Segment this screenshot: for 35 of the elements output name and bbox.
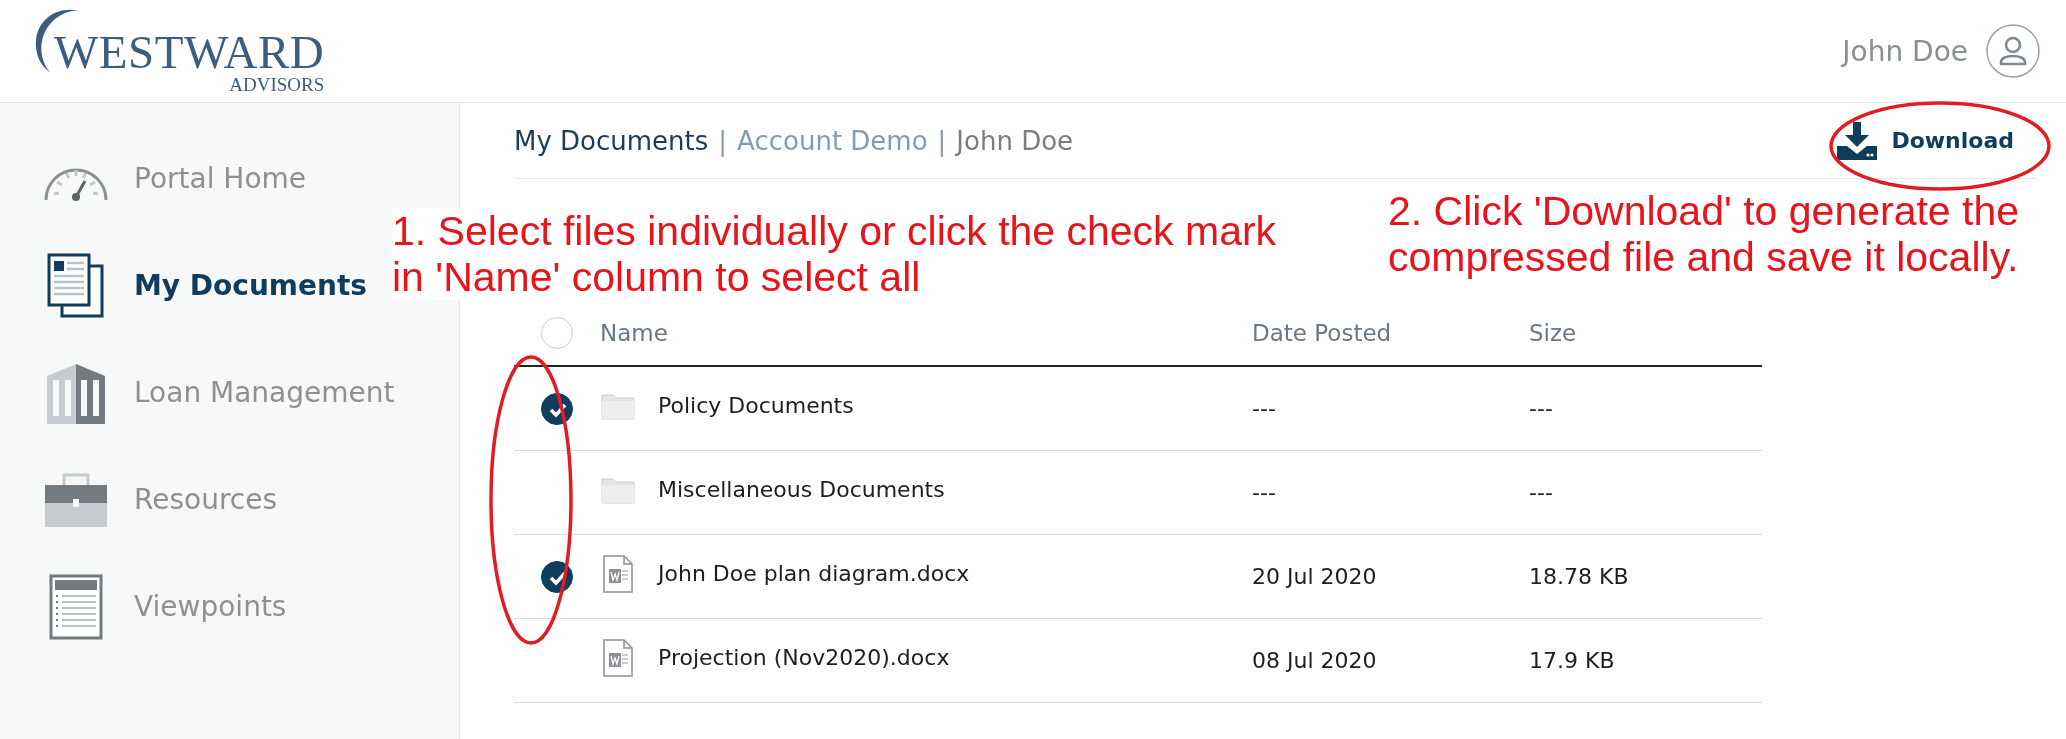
sidebar-item[interactable]: Portal Home — [40, 125, 307, 232]
folder-icon — [600, 391, 636, 420]
file-name[interactable]: Projection (Nov2020).docx — [658, 645, 950, 670]
size-cell: --- — [1529, 396, 1553, 421]
sidebar-item[interactable]: My Documents — [40, 232, 368, 339]
size-cell: 17.9 KB — [1529, 648, 1615, 673]
word-document-icon — [600, 554, 636, 593]
size-cell: 18.78 KB — [1529, 564, 1629, 589]
user-avatar-icon[interactable] — [1986, 24, 2040, 78]
breadcrumb-separator: | — [937, 125, 947, 156]
sidebar-item[interactable]: Viewpoints — [40, 553, 287, 660]
file-name[interactable]: Policy Documents — [658, 393, 854, 418]
column-header[interactable]: Size — [1529, 320, 1762, 346]
download-button[interactable]: Download — [1825, 117, 2026, 164]
size-cell: --- — [1529, 480, 1553, 505]
column-header[interactable]: Date Posted — [1252, 320, 1529, 346]
user-name[interactable]: John Doe — [1842, 34, 1968, 68]
breadcrumb-separator: | — [718, 125, 728, 156]
breadcrumb-item[interactable]: Account Demo — [737, 125, 928, 156]
company-logo: WESTWARD ADVISORS — [30, 8, 325, 94]
date-cell: --- — [1252, 480, 1276, 505]
folder-icon — [600, 475, 636, 504]
breadcrumb-item: My Documents — [514, 125, 709, 156]
file-name[interactable]: John Doe plan diagram.docx — [658, 561, 970, 586]
date-cell: --- — [1252, 396, 1276, 421]
breadcrumb-item: John Doe — [956, 125, 1074, 156]
word-document-icon — [600, 638, 636, 677]
file-name[interactable]: Miscellaneous Documents — [658, 477, 945, 502]
column-header[interactable]: Name — [600, 320, 1252, 346]
sidebar-item[interactable]: Resources — [40, 446, 277, 553]
sidebar-item[interactable]: Loan Management — [40, 339, 395, 446]
select-all-checkbox[interactable] — [541, 317, 573, 349]
download-icon — [1837, 121, 1878, 160]
date-cell: 08 Jul 2020 — [1252, 648, 1377, 673]
date-cell: 20 Jul 2020 — [1252, 564, 1377, 589]
